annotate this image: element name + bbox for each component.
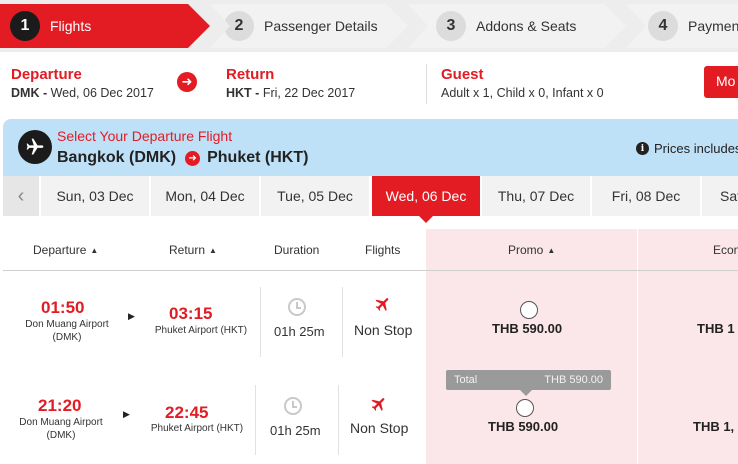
divider: [342, 287, 343, 357]
departure-summary: Departure DMK - Wed, 06 Dec 2017: [11, 66, 154, 100]
route-banner: Select Your Departure Flight Bangkok (DM…: [3, 119, 738, 176]
column-flights: Flights: [365, 243, 401, 257]
destination-city: Phuket (HKT): [207, 149, 309, 166]
arrival-time: 03:15: [169, 304, 213, 323]
column-label: Return: [169, 243, 206, 257]
airport-code: (DMK): [46, 430, 76, 441]
play-icon: ▶: [123, 409, 130, 419]
airplane-icon: [18, 130, 52, 164]
date-tab[interactable]: Thu, 07 Dec: [482, 176, 590, 216]
play-icon: ▶: [128, 311, 135, 321]
sort-icon: ▲︎: [209, 246, 217, 255]
airplane-icon: [370, 395, 388, 418]
stops: Non Stop: [350, 420, 409, 436]
arrival-airport: Phuket Airport (HKT): [150, 423, 244, 434]
step-label: Payment: [688, 18, 738, 34]
departure-date: Wed, 06 Dec 2017: [50, 86, 154, 100]
price-note-text: Prices includes: [654, 141, 738, 156]
step-number: 1: [10, 11, 40, 41]
clock-icon: [288, 298, 306, 316]
arrival-time: 22:45: [165, 403, 209, 422]
sort-icon: ▲︎: [90, 246, 99, 255]
sort-return[interactable]: Return ▲︎: [169, 243, 217, 257]
price-note[interactable]: i Prices includes: [636, 141, 738, 156]
departure-time: 21:20: [38, 396, 82, 415]
table-header: Departure ▲︎ Return ▲︎ Duration Flights Pr…: [3, 229, 738, 271]
promo-fare: THB 590.00: [492, 321, 563, 336]
return-date: Fri, 22 Dec 2017: [262, 86, 356, 100]
departure-airport: Don Muang Airport (DMK): [5, 416, 117, 442]
divider: [338, 385, 339, 455]
banner-subtitle: Select Your Departure Flight: [57, 128, 233, 144]
economy-fare: THB 1,: [693, 419, 735, 434]
date-tab-selected[interactable]: Wed, 06 Dec: [372, 176, 480, 223]
step-number: 4: [648, 11, 678, 41]
return-detail: HKT - Fri, 22 Dec 2017: [226, 86, 355, 100]
step-addons-seats[interactable]: 3 Addons & Seats: [408, 4, 626, 48]
step-label: Passenger Details: [264, 18, 378, 34]
arrival-airport: Phuket Airport (HKT): [154, 325, 248, 336]
guest-summary: Guest Adult x 1, Child x 0, Infant x 0: [441, 66, 604, 100]
duration: 01h 25m: [270, 423, 321, 438]
sort-promo[interactable]: Promo ▲︎: [508, 243, 555, 257]
booking-steps: 1 Flights 2 Passenger Details 3 Addons &…: [0, 0, 738, 52]
return-code: HKT -: [226, 86, 263, 100]
return-summary: Return HKT - Fri, 22 Dec 2017: [226, 66, 355, 100]
divider: [255, 385, 256, 455]
clock-icon: [284, 397, 302, 415]
promo-fare-radio[interactable]: [520, 301, 538, 319]
step-label: Flights: [50, 18, 92, 34]
flight-row: 01:50 Don Muang Airport (DMK) ▶ 03:15 Ph…: [3, 285, 738, 367]
promo-fare-radio[interactable]: [516, 399, 534, 417]
duration: 01h 25m: [274, 324, 325, 339]
stops: Non Stop: [354, 322, 413, 338]
departure-airport: Don Muang Airport (DMK): [11, 318, 123, 344]
economy-fare: THB 1: [697, 321, 735, 336]
step-passenger-details[interactable]: 2 Passenger Details: [210, 4, 408, 48]
origin-city: Bangkok (DMK): [57, 149, 177, 166]
info-icon: i: [636, 142, 649, 155]
airplane-icon: [374, 295, 392, 318]
column-economy: Econ: [713, 243, 738, 257]
modify-button[interactable]: Mo: [704, 66, 738, 98]
step-flights[interactable]: 1 Flights: [0, 4, 210, 48]
step-payment[interactable]: 4 Payment: [626, 4, 738, 48]
date-tab[interactable]: Mon, 04 Dec: [151, 176, 259, 216]
banner-route: Bangkok (DMK) ➜ Phuket (HKT): [57, 149, 308, 167]
arrow-right-icon: ➜: [177, 72, 197, 92]
airport-name: Don Muang Airport: [25, 319, 109, 330]
date-tab[interactable]: Fri, 08 Dec: [592, 176, 700, 216]
airport-code: (DMK): [52, 332, 82, 343]
sort-departure[interactable]: Departure ▲︎: [33, 243, 98, 257]
date-tab[interactable]: Tue, 05 Dec: [261, 176, 369, 216]
guest-title: Guest: [441, 66, 484, 83]
sort-icon: ▲︎: [547, 246, 556, 255]
step-label: Addons & Seats: [476, 18, 577, 34]
departure-code: DMK -: [11, 86, 51, 100]
date-selector: ‹ Sun, 03 Dec Mon, 04 Dec Tue, 05 Dec We…: [3, 176, 738, 223]
date-tab[interactable]: Sat: [702, 176, 738, 216]
date-tab[interactable]: Sun, 03 Dec: [41, 176, 149, 216]
departure-time: 01:50: [41, 298, 85, 317]
trip-summary: Departure DMK - Wed, 06 Dec 2017 ➜ Retur…: [0, 52, 738, 114]
return-title: Return: [226, 66, 275, 83]
chevron-left-icon[interactable]: ‹: [3, 176, 39, 216]
column-label: Promo: [508, 243, 544, 257]
promo-fare: THB 590.00: [488, 419, 559, 434]
step-number: 2: [224, 11, 254, 41]
airport-name: Don Muang Airport: [19, 417, 103, 428]
arrow-right-icon: ➜: [185, 150, 201, 166]
divider: [260, 287, 261, 357]
column-duration: Duration: [274, 243, 320, 257]
summary-divider: [426, 64, 427, 104]
departure-title: Departure: [11, 66, 82, 83]
departure-detail: DMK - Wed, 06 Dec 2017: [11, 86, 154, 100]
step-number: 3: [436, 11, 466, 41]
guest-detail: Adult x 1, Child x 0, Infant x 0: [441, 86, 604, 100]
column-label: Departure: [33, 243, 87, 257]
flight-row: 21:20 Don Muang Airport (DMK) ▶ 22:45 Ph…: [3, 383, 738, 464]
